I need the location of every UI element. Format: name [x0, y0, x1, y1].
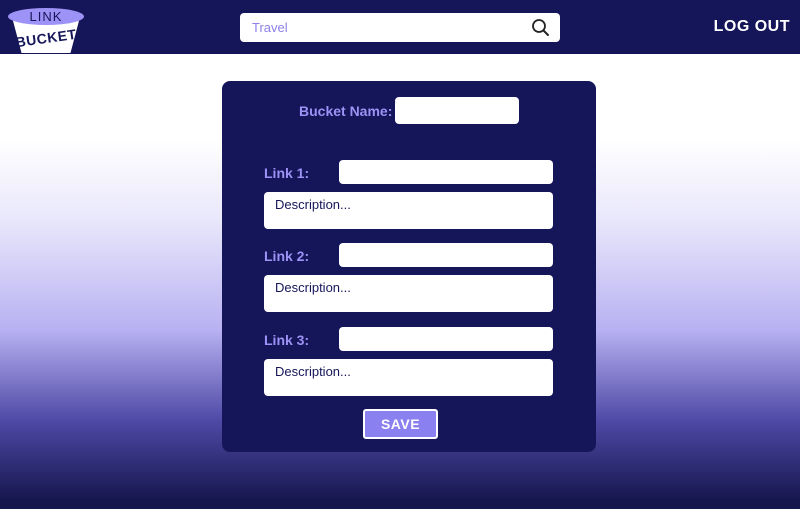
link-2-description-input[interactable] — [264, 275, 553, 312]
save-button[interactable]: SAVE — [363, 409, 438, 439]
link-1-label: Link 1: — [264, 165, 310, 181]
link-3-url-input[interactable] — [339, 327, 553, 351]
create-bucket-form: Bucket Name: Link 1: Link 2: Link 3: SAV… — [222, 81, 596, 452]
link-1-url-input[interactable] — [339, 160, 553, 184]
link-1-description-input[interactable] — [264, 192, 553, 229]
bucket-name-input[interactable] — [395, 97, 519, 124]
link-3-description-input[interactable] — [264, 359, 553, 396]
search-icon[interactable] — [531, 18, 550, 37]
bucket-name-label: Bucket Name: — [299, 103, 393, 119]
link-2-label: Link 2: — [264, 248, 310, 264]
link-2-url-input[interactable] — [339, 243, 553, 267]
link-3-label: Link 3: — [264, 332, 310, 348]
top-navbar: LINK BUCKET LOG OUT — [0, 0, 800, 54]
logout-button[interactable]: LOG OUT — [714, 18, 790, 36]
search-input[interactable] — [240, 13, 520, 42]
search-bar — [240, 13, 560, 42]
link-bucket-logo[interactable]: LINK BUCKET — [8, 8, 84, 54]
